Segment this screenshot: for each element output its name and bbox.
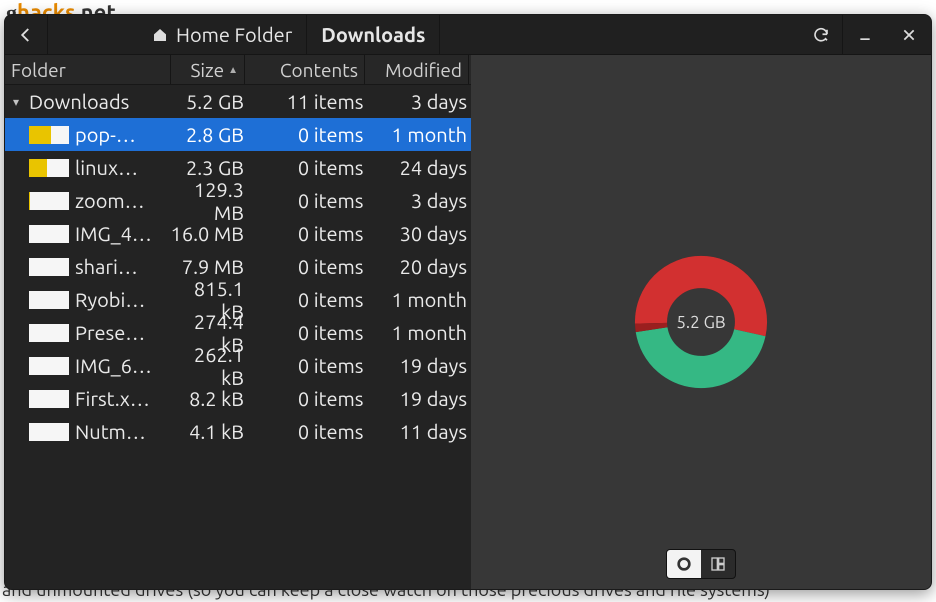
contents-cell: 0 items [244, 189, 363, 212]
column-header-folder[interactable]: Folder [5, 55, 171, 84]
column-headers: Folder Size▲ Contents Modified [5, 55, 471, 85]
size-cell: 8.2 kB [170, 387, 244, 410]
usage-bar [29, 258, 69, 276]
breadcrumb-label: Downloads [321, 23, 425, 46]
file-name: IMG_4… [75, 222, 170, 245]
home-icon [152, 27, 168, 43]
tree-pane: Folder Size▲ Contents Modified ▾ Download… [5, 55, 471, 589]
modified-cell: 11 days [363, 420, 467, 443]
file-name: IMG_6… [75, 354, 170, 377]
file-name: Prese… [75, 321, 170, 344]
chevron-left-icon [17, 26, 35, 44]
usage-bar [29, 291, 69, 309]
ring-chart-button[interactable] [667, 550, 701, 578]
chart-view-toggle [666, 549, 736, 579]
usage-bar [29, 390, 69, 408]
modified-cell: 20 days [363, 255, 467, 278]
sort-asc-icon: ▲ [228, 64, 238, 76]
close-button[interactable] [887, 15, 931, 54]
breadcrumb-downloads[interactable]: Downloads [307, 15, 440, 54]
table-row[interactable]: IMG_6…262.1 kB0 items19 days [5, 349, 471, 382]
modified-cell: 30 days [363, 222, 467, 245]
modified-cell: 1 month [363, 123, 467, 146]
file-name: First.x… [75, 387, 170, 410]
refresh-icon [812, 26, 830, 44]
contents-cell: 0 items [244, 123, 363, 146]
disk-usage-analyzer-window: Home Folder Downloads Folder Size▲ Conte… [4, 14, 932, 590]
usage-bar [29, 159, 69, 177]
column-header-size[interactable]: Size▲ [171, 55, 245, 84]
file-name: zoom… [75, 189, 170, 212]
minimize-icon [857, 27, 873, 43]
usage-bar [29, 423, 69, 441]
size-cell: 2.8 GB [170, 123, 244, 146]
table-row[interactable]: zoom…129.3 MB0 items3 days [5, 184, 471, 217]
usage-bar [29, 357, 69, 375]
breadcrumb-label: Home Folder [176, 23, 292, 46]
file-name: shari… [75, 255, 170, 278]
modified-cell: 1 month [363, 288, 467, 311]
file-name: pop-… [75, 123, 170, 146]
usage-donut-chart[interactable]: 5.2 GB [626, 247, 776, 397]
contents-cell: 0 items [244, 420, 363, 443]
contents-cell: 0 items [244, 288, 363, 311]
file-name: Nutm… [75, 420, 170, 443]
treemap-icon [710, 556, 726, 572]
breadcrumb-home[interactable]: Home Folder [138, 15, 307, 54]
table-row[interactable]: IMG_4…16.0 MB0 items30 days [5, 217, 471, 250]
usage-bar [29, 225, 69, 243]
toolbar: Home Folder Downloads [5, 15, 931, 55]
expander-icon[interactable]: ▾ [9, 95, 23, 109]
usage-bar [29, 192, 69, 210]
size-cell: 5.2 GB [170, 90, 244, 113]
contents-cell: 0 items [244, 156, 363, 179]
contents-cell: 0 items [244, 321, 363, 344]
size-cell: 16.0 MB [170, 222, 244, 245]
contents-cell: 0 items [244, 387, 363, 410]
contents-cell: 0 items [244, 255, 363, 278]
table-row[interactable]: Nutm…4.1 kB0 items11 days [5, 415, 471, 448]
size-cell: 129.3 MB [170, 178, 244, 224]
ring-chart-icon [676, 556, 692, 572]
contents-cell: 11 items [244, 90, 363, 113]
modified-cell: 19 days [363, 354, 467, 377]
usage-bar [29, 126, 69, 144]
size-cell: 2.3 GB [170, 156, 244, 179]
refresh-button[interactable] [800, 15, 843, 54]
modified-cell: 3 days [363, 189, 467, 212]
treemap-chart-button[interactable] [701, 550, 735, 578]
donut-center-label: 5.2 GB [626, 247, 776, 397]
contents-cell: 0 items [244, 222, 363, 245]
back-button[interactable] [5, 15, 48, 54]
usage-bar [29, 324, 69, 342]
modified-cell: 1 month [363, 321, 467, 344]
size-cell: 262.1 kB [170, 343, 244, 389]
table-row[interactable]: ▾ Downloads5.2 GB11 items3 days [5, 85, 471, 118]
folder-name: Downloads [29, 90, 170, 113]
contents-cell: 0 items [244, 354, 363, 377]
table-row[interactable]: pop-…2.8 GB0 items1 month [5, 118, 471, 151]
file-name: Ryobi… [75, 288, 170, 311]
close-icon [901, 27, 917, 43]
column-header-modified[interactable]: Modified [365, 55, 469, 84]
modified-cell: 3 days [363, 90, 467, 113]
size-cell: 4.1 kB [170, 420, 244, 443]
file-name: linux… [75, 156, 170, 179]
modified-cell: 24 days [363, 156, 467, 179]
chart-pane: 5.2 GB [471, 55, 931, 589]
size-cell: 7.9 MB [170, 255, 244, 278]
modified-cell: 19 days [363, 387, 467, 410]
minimize-button[interactable] [843, 15, 887, 54]
table-row[interactable]: First.x…8.2 kB0 items19 days [5, 382, 471, 415]
column-header-contents[interactable]: Contents [245, 55, 365, 84]
